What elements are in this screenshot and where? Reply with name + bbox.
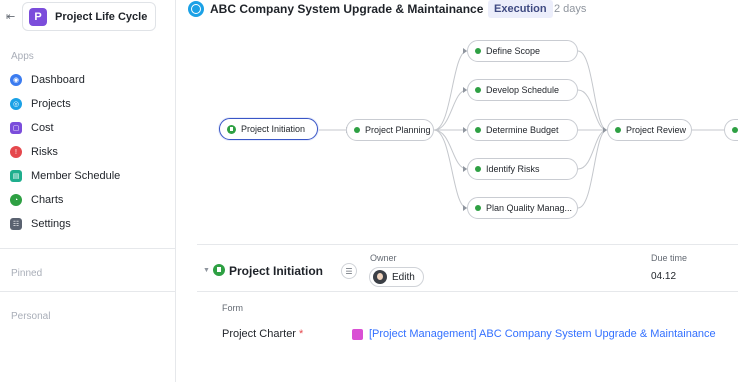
page-title: ABC Company System Upgrade & Maintainanc… (210, 2, 484, 16)
pinned-section-label[interactable]: Pinned (11, 268, 42, 279)
status-dot-icon (475, 87, 481, 93)
stage-detail-header: ▼ Project Initiation ☰ Owner Edith Due t… (197, 245, 738, 292)
sidebar-item-dashboard[interactable]: ◉ Dashboard (10, 70, 85, 90)
flow-node-project-planning[interactable]: Project Planning (346, 119, 434, 141)
flow-node-plan-quality-management[interactable]: Plan Quality Manag... (467, 197, 578, 219)
stage-detail-card: ▼ Project Initiation ☰ Owner Edith Due t… (197, 244, 738, 382)
flow-node-label: Project Planning (365, 125, 431, 135)
project-switcher[interactable]: P Project Life Cycle (22, 2, 156, 31)
project-target-icon (188, 1, 204, 17)
sidebar-item-member-schedule[interactable]: ▤ Member Schedule (10, 166, 120, 186)
dashboard-icon: ◉ (10, 74, 22, 86)
task-list-icon[interactable]: ☰ (341, 263, 357, 279)
form-section-label: Form (222, 303, 243, 313)
status-dot-icon (475, 166, 481, 172)
status-dot-icon (615, 127, 621, 133)
flow-node-project-review[interactable]: Project Review (607, 119, 692, 141)
required-mark: * (298, 328, 304, 340)
flag-icon (227, 124, 236, 134)
sidebar-divider (0, 248, 176, 249)
flow-node-develop-schedule[interactable]: Develop Schedule (467, 79, 578, 101)
project-name: Project Life Cycle (55, 10, 148, 23)
sidebar-item-projects[interactable]: ◎ Projects (10, 94, 71, 114)
flow-node-label: Define Scope (486, 46, 541, 56)
charts-icon: ◔ (10, 194, 22, 206)
risks-icon: ! (10, 146, 22, 158)
owner-label: Owner (370, 253, 397, 263)
sidebar-divider (0, 291, 176, 292)
status-dot-icon (732, 127, 738, 133)
workflow-diagram: Project Initiation Project Planning Defi… (176, 22, 738, 244)
flow-node-determine-budget[interactable]: Determine Budget (467, 119, 578, 141)
flow-node-project-initiation[interactable]: Project Initiation (219, 118, 318, 140)
status-dot-icon (354, 127, 360, 133)
sidebar-item-label: Charts (31, 194, 64, 206)
flow-node-identify-risks[interactable]: Identify Risks (467, 158, 578, 180)
collapse-sidebar-icon[interactable]: ⇤ (6, 11, 18, 23)
sidebar-item-risks[interactable]: ! Risks (10, 142, 58, 162)
due-time-value[interactable]: 04.12 (651, 271, 676, 282)
flow-node-label: Plan Quality Manag... (486, 203, 573, 213)
app-root: ⇤ P Project Life Cycle Apps ◉ Dashboard … (0, 0, 738, 382)
owner-name: Edith (392, 271, 415, 283)
sidebar-item-label: Dashboard (31, 74, 85, 86)
sidebar-item-label: Settings (31, 218, 71, 230)
flow-node-label: Project Review (626, 125, 687, 135)
stage-title: Project Initiation (229, 264, 324, 278)
settings-icon: ☷ (10, 218, 22, 230)
flow-node-label: Project Initiation (241, 124, 306, 134)
sidebar-item-label: Member Schedule (31, 170, 121, 182)
sidebar-item-label: Projects (31, 98, 71, 110)
form-field-label: Project Charter (222, 328, 296, 340)
cost-icon: ▢ (10, 122, 22, 134)
projects-icon: ◎ (10, 98, 22, 110)
personal-section-label[interactable]: Personal (11, 311, 50, 322)
sidebar-item-settings[interactable]: ☷ Settings (10, 214, 71, 234)
sidebar-item-label: Risks (31, 146, 58, 158)
project-avatar: P (29, 7, 47, 26)
flow-node-define-scope[interactable]: Define Scope (467, 40, 578, 62)
flow-node-label: Develop Schedule (486, 85, 560, 95)
owner-chip[interactable]: Edith (369, 267, 424, 287)
sidebar-item-cost[interactable]: ▢ Cost (10, 118, 54, 138)
sidebar-item-label: Cost (31, 122, 54, 134)
status-dot-icon (475, 48, 481, 54)
flag-icon (213, 264, 225, 276)
status-badge[interactable]: Execution (488, 0, 553, 18)
apps-section-label: Apps (11, 51, 34, 62)
avatar (373, 270, 387, 284)
sidebar-item-charts[interactable]: ◔ Charts (10, 190, 63, 210)
form-field-name: Project Charter * (222, 328, 303, 340)
collapse-caret-icon[interactable]: ▼ (203, 267, 210, 274)
sidebar: ⇤ P Project Life Cycle Apps ◉ Dashboard … (0, 0, 176, 382)
page-header: ABC Company System Upgrade & Maintainanc… (176, 0, 738, 22)
flow-node-label: Determine Budget (486, 125, 559, 135)
due-time-label: Due time (651, 253, 688, 263)
duration-text: 2 days (554, 3, 587, 15)
document-icon (352, 329, 363, 340)
status-dot-icon (475, 205, 481, 211)
document-link[interactable]: [Project Management] ABC Company System … (369, 328, 716, 340)
status-dot-icon (475, 127, 481, 133)
schedule-icon: ▤ (10, 170, 22, 182)
flow-node-label: Identify Risks (486, 164, 540, 174)
